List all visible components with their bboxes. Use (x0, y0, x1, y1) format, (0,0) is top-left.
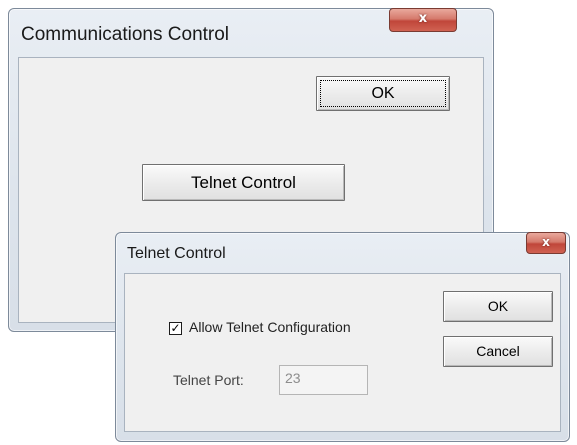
telnet-control-titlebar[interactable]: Telnet Control x (116, 232, 569, 273)
allow-telnet-checkbox[interactable]: ✓ (169, 322, 182, 335)
telnet-control-window: Telnet Control x ✓ Allow Telnet Configur… (115, 232, 570, 442)
ok-button-label: OK (487, 298, 509, 314)
close-button[interactable]: x (389, 8, 457, 32)
allow-telnet-label[interactable]: Allow Telnet Configuration (189, 319, 351, 335)
window-title: Communications Control (21, 24, 230, 45)
ok-button[interactable]: OK (443, 291, 553, 322)
close-icon: x (418, 11, 428, 26)
telnet-port-value: 23 (285, 370, 301, 386)
telnet-control-button[interactable]: Telnet Control (142, 164, 345, 201)
telnet-port-label: Telnet Port: (173, 372, 244, 388)
telnet-control-button-label: Telnet Control (191, 173, 296, 192)
close-button[interactable]: x (526, 232, 566, 254)
checkmark-icon: ✓ (170, 321, 181, 335)
cancel-button[interactable]: Cancel (443, 336, 553, 367)
ok-button[interactable]: OK (316, 76, 450, 111)
communications-control-titlebar[interactable]: Communications Control x (9, 8, 493, 57)
cancel-button-label: Cancel (476, 343, 520, 359)
close-icon: x (542, 235, 550, 249)
focus-ring (320, 80, 446, 107)
telnet-port-field[interactable]: 23 (279, 365, 368, 395)
window-title: Telnet Control (127, 245, 226, 262)
telnet-control-client-area: ✓ Allow Telnet Configuration Telnet Port… (124, 273, 561, 432)
